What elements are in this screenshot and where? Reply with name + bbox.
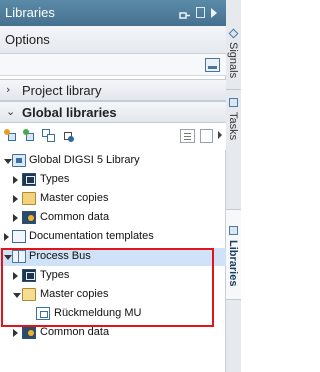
book-icon [12,230,26,243]
tab-libraries[interactable]: Libraries [226,210,241,300]
more-arrow-icon[interactable] [218,131,222,139]
collapsed-arrow-icon[interactable] [13,214,18,222]
section-label: Global libraries [22,105,117,120]
options-toggle-button[interactable] [205,58,220,72]
libraries-panel: Libraries Options › Project library ⌄ Gl… [0,0,226,372]
tree-item-process-bus[interactable]: Process Bus [0,248,226,266]
expanded-arrow-icon[interactable] [4,159,12,164]
expanded-arrow-icon[interactable] [4,255,12,260]
library-icon [12,154,26,167]
tree-item-label: Documentation templates [29,230,154,242]
update-library-icon[interactable] [62,129,76,143]
tree-item-types[interactable]: Types [0,267,226,285]
side-tab-strip: Signals Tasks Libraries [226,0,241,372]
tree-item-label: Common data [40,326,110,338]
tab-label: Tasks [227,112,239,141]
library-toolbar [0,123,226,150]
panel-title: Libraries [5,5,55,20]
section-global-libraries[interactable]: ⌄ Global libraries [0,101,226,123]
collapsed-arrow-icon[interactable] [13,329,18,337]
collapsed-arrow-icon[interactable] [13,195,18,203]
tab-signals[interactable]: Signals [226,28,241,90]
tree-item-label: Process Bus [29,250,91,262]
tree-item-label: Types [40,173,70,185]
tree-item-label: Rückmeldung MU [54,307,142,319]
signals-icon [228,28,239,39]
tree-item-common-data[interactable]: Common data [0,324,226,342]
tree-item-rueckmeldung-mu[interactable]: Rückmeldung MU [0,305,226,323]
collapsed-arrow-icon[interactable] [13,176,18,184]
new-library-icon[interactable] [22,129,36,143]
tree-item-master-copies[interactable]: Master copies [0,190,226,208]
expanded-arrow-icon[interactable] [13,293,21,298]
tree-item-master-copies[interactable]: Master copies [0,286,226,304]
tree-item-label: Global DIGSI 5 Library [29,154,140,166]
tree-item-label: Master copies [40,192,109,204]
tree-item-label: Common data [40,211,110,223]
folder-icon [22,192,36,205]
section-project-library[interactable]: › Project library [0,79,226,101]
copy-library-icon[interactable] [42,129,56,143]
tree-item-common-data[interactable]: Common data [0,209,226,227]
collapse-panel-icon[interactable] [211,8,217,18]
float-window-icon[interactable] [196,7,205,18]
types-icon [22,173,36,186]
tab-label: Libraries [227,240,239,287]
chevron-down-icon: ⌄ [6,105,16,118]
options-toolbar [0,54,226,76]
tab-label: Signals [227,42,239,79]
element-icon [36,307,50,320]
section-label: Project library [22,83,102,98]
tab-tasks[interactable]: Tasks [226,90,241,210]
folder-open-icon [22,288,36,301]
tree-item-label: Types [40,269,70,281]
list-view-icon[interactable] [180,129,195,143]
book-icon [12,250,26,263]
tree-item-label: Master copies [40,288,109,300]
tree-item-types[interactable]: Types [0,171,226,189]
collapsed-arrow-icon[interactable] [13,272,18,280]
options-label: Options [5,32,50,47]
pin-icon[interactable] [178,7,190,19]
panel-title-bar: Libraries [0,0,226,26]
common-data-icon [22,326,36,339]
details-view-icon[interactable] [200,129,213,143]
open-library-icon[interactable] [4,129,18,143]
options-header[interactable]: Options [0,26,226,54]
collapsed-arrow-icon[interactable] [4,233,9,241]
libraries-icon [229,226,238,235]
tree-item-documentation-templates[interactable]: Documentation templates [0,228,226,246]
chevron-right-icon: › [6,83,11,96]
tree-item-global-digsi[interactable]: Global DIGSI 5 Library [0,152,226,170]
types-icon [22,269,36,282]
tasks-icon [229,98,238,107]
common-data-icon [22,211,36,224]
